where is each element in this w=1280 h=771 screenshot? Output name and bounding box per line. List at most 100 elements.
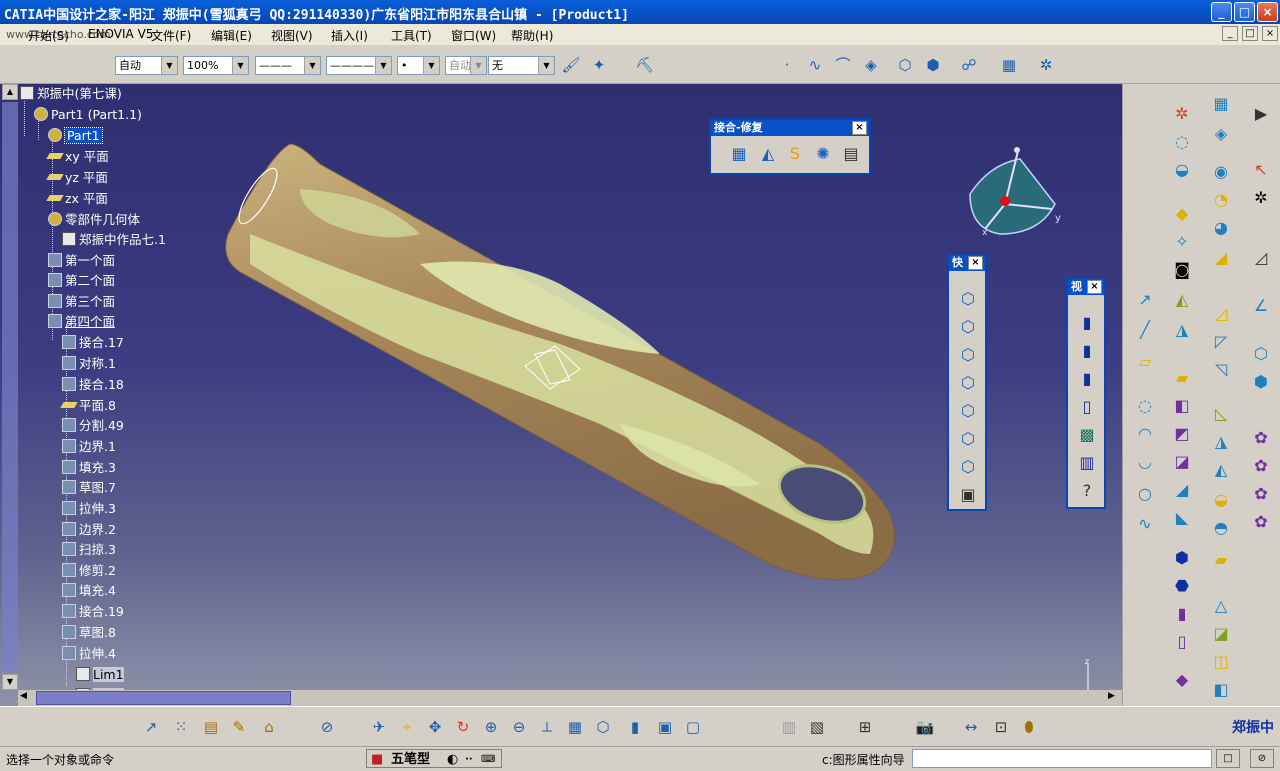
close-icon[interactable]: × [968,256,983,270]
compass-widget[interactable]: x y [960,139,1070,239]
stop-button[interactable]: ⊘ [1250,749,1274,768]
constraint-icon[interactable]: ⊞ [854,716,876,738]
apply-material-icon[interactable]: ⛏ [634,54,656,76]
shell-icon[interactable]: ◭ [1209,458,1233,482]
pattern-icon[interactable]: ✿ [1249,454,1273,478]
tree-node[interactable]: 接合.19 [62,603,124,621]
swap-visible-icon[interactable]: ⬢ [922,54,944,76]
menu-start[interactable]: 开始(S) [28,27,69,44]
rib-icon[interactable]: ◆ [1170,668,1194,692]
menu-view[interactable]: 视图(V) [271,27,313,44]
front-view-icon[interactable]: ⬡ [956,315,980,339]
point-icon[interactable]: · [776,54,798,76]
menu-enovia[interactable]: ENOVIA V5 [88,27,153,41]
user-pattern-icon[interactable]: ✿ [1249,482,1273,506]
hole-icon[interactable]: ⬣ [1170,574,1194,598]
measure-inertia-icon[interactable]: ⬮ [1018,716,1040,738]
tree-expand-icon[interactable]: ☍ [958,54,980,76]
tree-node[interactable]: Lim1 [76,666,124,684]
tree-node[interactable]: 草图.8 [62,624,116,642]
tree-horizontal-scrollbar[interactable]: ◀ ▶ [18,690,1122,706]
curve-smooth-icon[interactable]: S [783,142,807,166]
close-button[interactable]: × [1257,2,1278,22]
measure-icon[interactable]: ◈ [860,54,882,76]
back-view-icon[interactable]: ⬡ [956,343,980,367]
command-input[interactable] [912,749,1212,768]
point-symbol-combo[interactable]: • ▼ [397,56,440,75]
tree-node[interactable]: 郑振中作品七.1 [62,231,166,249]
draft-icon[interactable]: ◺ [1209,402,1233,426]
tree-node[interactable]: 扫掠.3 [62,541,116,559]
add-icon[interactable]: △ [1209,594,1233,618]
translate-icon[interactable]: ◿ [1209,302,1233,326]
tree-node[interactable]: 填充.3 [62,459,116,477]
tree-node[interactable]: 对称.1 [62,355,116,373]
bottom-view-icon[interactable]: ⬡ [956,455,980,479]
menu-insert[interactable]: 插入(I) [331,27,368,44]
doc-close-button[interactable]: × [1262,26,1278,41]
transparency-combo[interactable]: 100% ▼ [183,56,249,75]
thick-surface-icon[interactable]: ▰ [1209,548,1233,572]
menu-help[interactable]: 帮助(H) [511,27,553,44]
layer-combo[interactable]: 无 ▼ [488,56,555,75]
capture-camera-icon[interactable]: 📷 [914,716,936,738]
join-icon[interactable]: ▦ [727,142,751,166]
shaft-icon[interactable]: ▮ [1170,602,1194,626]
extrapolate-icon[interactable]: ◉ [1209,160,1233,184]
fillet-icon[interactable]: ◢ [1170,478,1194,502]
intersect-icon[interactable]: ◫ [1209,650,1233,674]
offset-icon[interactable]: ◆ [1170,202,1194,226]
iso-view-bottom-icon[interactable]: ⬡ [592,716,614,738]
groove-icon[interactable]: ▯ [1170,630,1194,654]
tree-node[interactable]: 平面.8 [60,397,116,415]
extrude-surface-icon[interactable]: ◌ [1170,130,1194,154]
scroll-up-arrow-icon[interactable]: ▲ [2,84,18,100]
tree-node[interactable]: zx 平面 [46,190,108,208]
color-combo[interactable]: 自动 ▼ [115,56,178,75]
circle-icon[interactable]: ◌ [1133,394,1157,418]
right-view-icon[interactable]: ⬡ [956,399,980,423]
scroll-down-arrow-icon[interactable]: ▼ [2,674,18,690]
ime-indicator[interactable]: ■ 五笔型 ◐ ·· ⌨ [366,749,502,768]
scroll-thumb[interactable] [2,102,18,672]
connect-checker-icon[interactable]: ⬢ [1249,370,1273,394]
surface-icon[interactable]: ⌒ [832,54,854,76]
tree-node[interactable]: yz 平面 [46,169,108,187]
boundary-tool-icon[interactable]: ◩ [1170,422,1194,446]
tree-vertical-scrollbar[interactable]: ▲ ▼ [2,84,18,690]
join-heal-toolbar[interactable]: 接合-修复 × ▦ ◭ S ✺ ▤ [709,118,871,175]
remove-icon[interactable]: ◪ [1209,622,1233,646]
tree-node[interactable]: 填充.4 [62,582,116,600]
rotate-icon[interactable]: ↻ [452,716,474,738]
symmetry-tool-icon[interactable]: ◢ [1209,246,1233,270]
tree-node[interactable]: 分割.49 [62,417,124,435]
catalog-icon[interactable]: ▤ [200,716,222,738]
mirror-icon[interactable]: ✿ [1249,426,1273,450]
fit-all-icon[interactable]: ⌖ [396,716,418,738]
line-tool-icon[interactable]: ↗ [1133,288,1157,312]
plane-tool-icon[interactable]: ▱ [1133,350,1157,374]
blend-icon[interactable]: ◭ [1170,288,1194,312]
tree-node[interactable]: 第二个面 [48,272,115,290]
menu-window[interactable]: 窗口(W) [451,27,496,44]
tree-node[interactable]: 拉伸.3 [62,500,116,518]
tree-node[interactable]: 边界.1 [62,438,116,456]
multi-view-icon[interactable]: ▦ [564,716,586,738]
quick-view-toolbar[interactable]: 快 × ⬡ ⬡ ⬡ ⬡ ⬡ ⬡ ⬡ ▣ [947,253,987,511]
shading-material-icon[interactable]: ▯ [1075,395,1099,419]
tree-product[interactable]: Part1 (Part1.1) [34,106,142,124]
cursor-icon[interactable]: ↖ [1249,158,1273,182]
maximize-button[interactable]: □ [1234,2,1255,22]
doc-minimize-button[interactable]: _ [1222,26,1238,41]
scroll-left-arrow-icon[interactable]: ◀ [20,691,27,701]
ime-moon-icon[interactable]: ◐ [447,750,458,769]
wireframe-icon[interactable]: ▩ [1075,423,1099,447]
pocket-icon[interactable]: ⬢ [1170,546,1194,570]
tree-node[interactable]: 第四个面 [48,313,115,331]
tree-node[interactable]: 草图.7 [62,479,116,497]
shading-bottom-icon[interactable]: ▮ [624,716,646,738]
workbench-icon[interactable]: ◈ [1209,122,1233,146]
thickness-icon[interactable]: ◮ [1209,430,1233,454]
left-view-icon[interactable]: ⬡ [956,371,980,395]
zoom-in-icon[interactable]: ⊕ [480,716,502,738]
